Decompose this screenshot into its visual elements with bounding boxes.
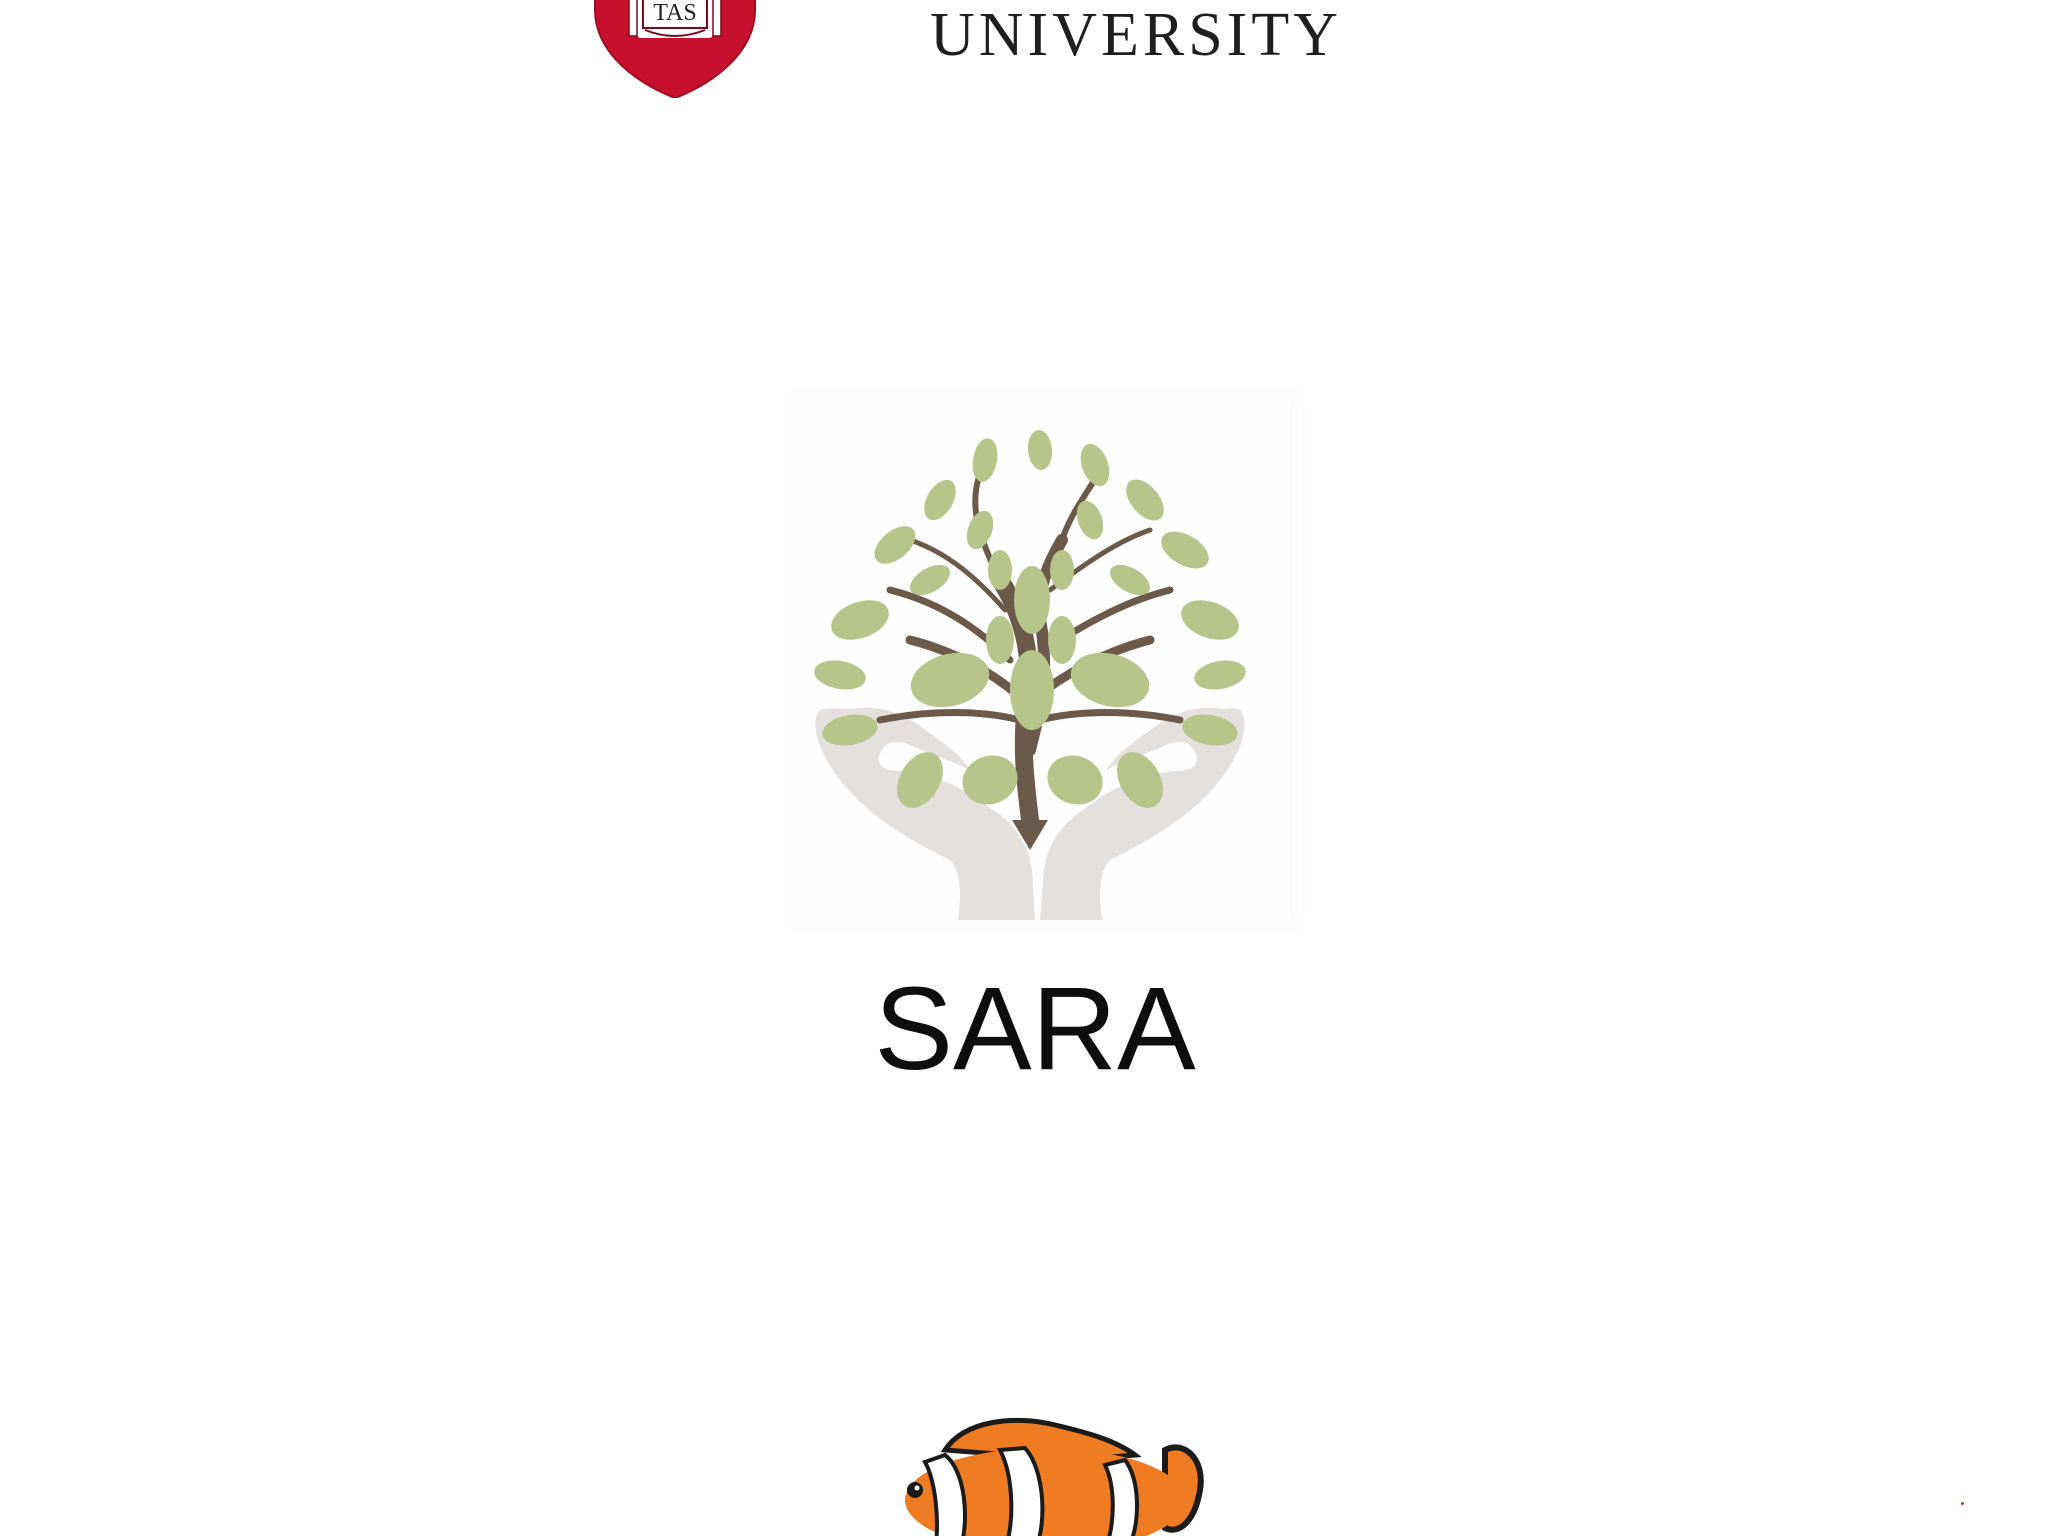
- splash-screen: TAS UNIVERSITY SARA: [0, 0, 2048, 1536]
- university-shield-icon: TAS: [594, 0, 756, 98]
- university-logo: TAS UNIVERSITY: [0, 0, 2048, 110]
- corner-dot: [1961, 1502, 1964, 1505]
- clownfish-icon: [905, 1417, 1204, 1536]
- app-name: SARA: [874, 963, 1196, 1095]
- shield-text: TAS: [653, 0, 696, 26]
- university-wordmark: UNIVERSITY: [930, 1, 1342, 69]
- tree-in-hands-icon: [814, 430, 1246, 920]
